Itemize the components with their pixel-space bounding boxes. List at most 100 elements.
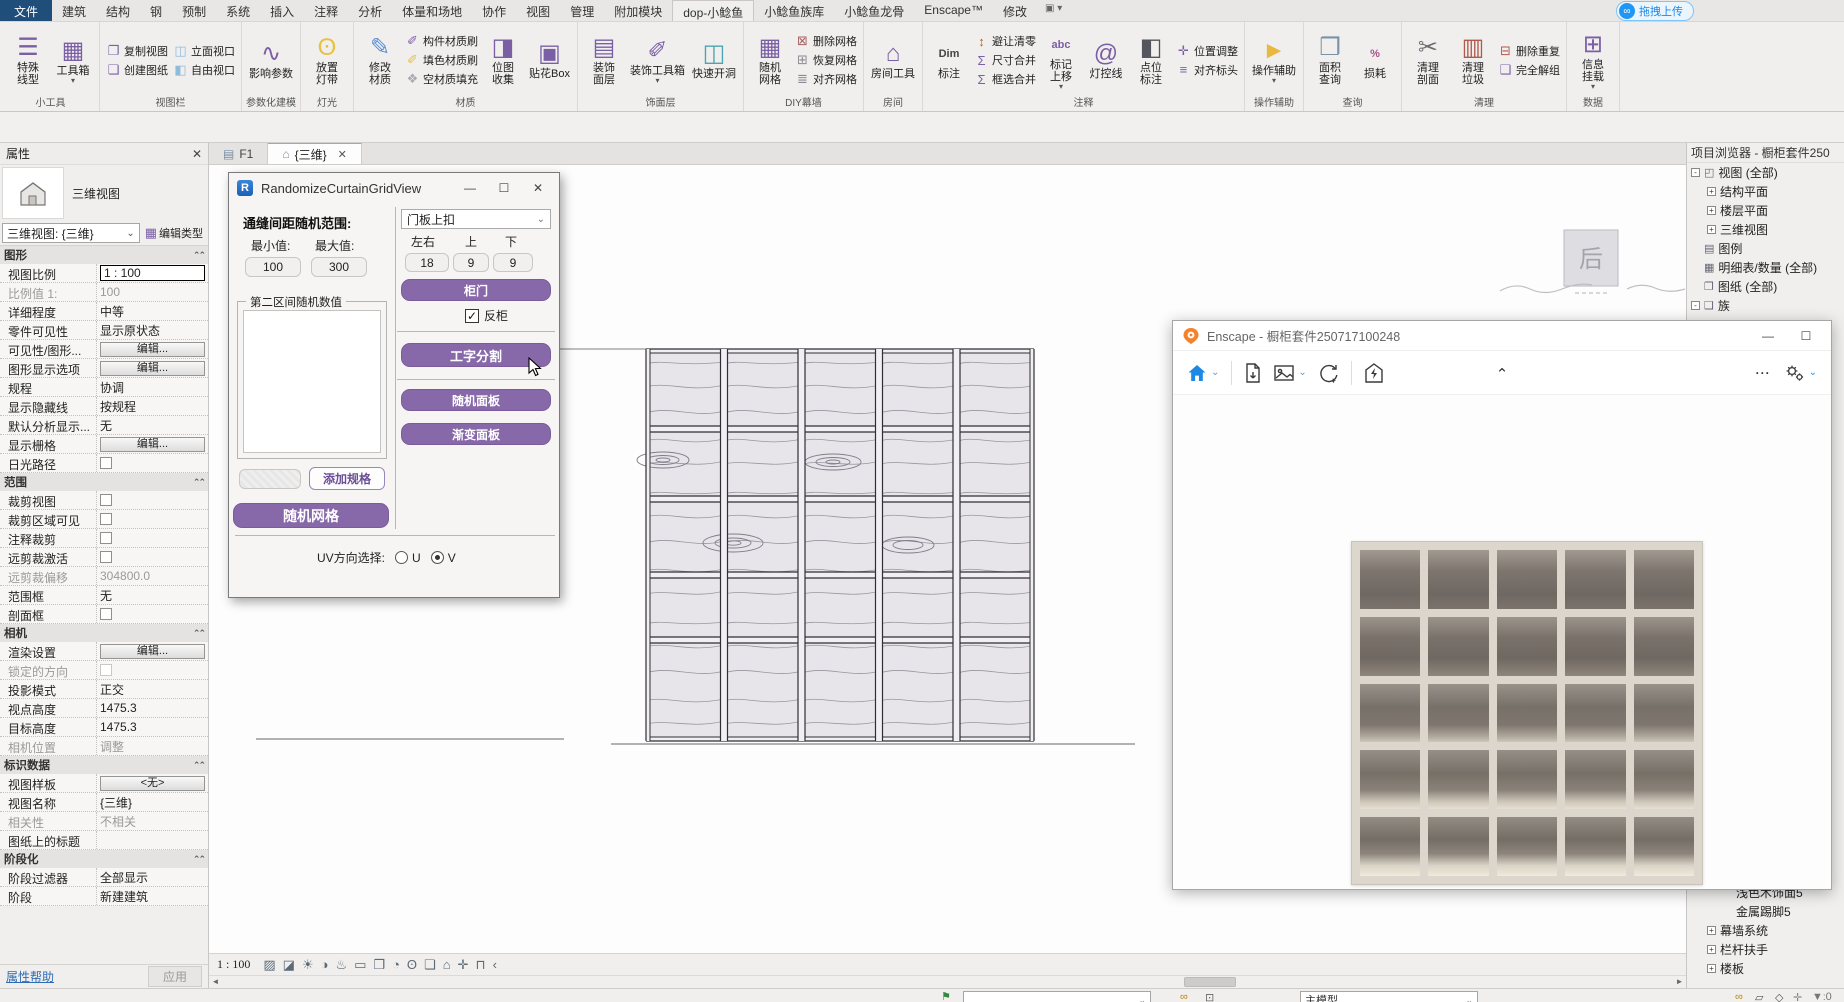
edit-button[interactable]: 编辑... xyxy=(100,437,205,452)
button-random-grid[interactable]: ▦随机 网格 xyxy=(748,33,792,87)
link-icon[interactable]: ⊡ xyxy=(1205,991,1214,1002)
horizontal-scrollbar[interactable]: ◄ ► xyxy=(209,975,1686,988)
property-value[interactable]: {三维} xyxy=(100,794,132,811)
button-avoid-clear[interactable]: ↕避让清零 xyxy=(972,32,1038,50)
property-value[interactable]: 中等 xyxy=(100,303,124,320)
button-impact-parameters[interactable]: ∿影响参数 xyxy=(246,39,296,81)
ribbon-tab[interactable]: 分析 xyxy=(348,0,392,21)
worksets-icon[interactable]: ⚑ xyxy=(941,990,951,1002)
scroll-left-icon[interactable]: ◄ xyxy=(209,976,222,988)
editable-only-icon[interactable]: ∞ xyxy=(1180,991,1188,1002)
add-spec-button[interactable]: 添加规格 xyxy=(309,467,385,490)
button-toolbox[interactable]: ▦工具箱▾ xyxy=(51,36,95,85)
more-icon[interactable]: ‹ xyxy=(493,957,497,972)
ribbon-tab[interactable]: 附加模块 xyxy=(604,0,672,21)
ribbon-tab[interactable]: 管理 xyxy=(560,0,604,21)
button-light-strip[interactable]: ʘ放置 灯带 xyxy=(305,33,349,87)
button-box-merge[interactable]: Σ框选合并 xyxy=(972,70,1038,88)
checkbox[interactable] xyxy=(100,532,112,544)
button-area-query[interactable]: ❒面积 查询 xyxy=(1308,33,1352,87)
properties-help-link[interactable]: 属性帮助 xyxy=(6,968,54,985)
minimize-icon[interactable]: — xyxy=(457,181,483,195)
min-value-input[interactable]: 100 xyxy=(245,257,301,277)
i-split-button[interactable]: 工字分割 xyxy=(401,343,551,367)
button-clean-trash[interactable]: ▥清理 垃圾 xyxy=(1451,33,1495,87)
shadows-icon[interactable]: ◑ xyxy=(321,957,329,972)
button-dim[interactable]: Dim标注 xyxy=(927,39,971,81)
checkbox[interactable] xyxy=(100,494,112,506)
tree-item[interactable]: ❐图纸 (全部) xyxy=(1687,277,1844,296)
tree-item[interactable]: +楼板 xyxy=(1687,959,1844,978)
button-modify-material[interactable]: ✎修改 材质 xyxy=(358,33,402,87)
expander-plus-icon[interactable]: + xyxy=(1707,187,1716,196)
button-duplicate-view[interactable]: ❐复制视图 xyxy=(104,42,170,60)
screenshot-button[interactable] xyxy=(1274,364,1294,382)
radio-u-icon[interactable] xyxy=(395,551,408,564)
button-dim-merge[interactable]: Σ尺寸合并 xyxy=(972,51,1038,69)
apply-button[interactable]: 应用 xyxy=(148,966,202,987)
expander-minus-icon[interactable]: - xyxy=(1691,301,1700,310)
button-elevation-viewport[interactable]: ◫立面视口 xyxy=(171,42,237,60)
ribbon-tab[interactable]: 修改 xyxy=(993,0,1037,21)
temporary-hide-icon[interactable]: ◔ xyxy=(392,957,400,972)
property-value[interactable]: 显示原状态 xyxy=(100,322,160,339)
button-point-tag[interactable]: ◧点位 标注 xyxy=(1129,33,1173,87)
close-properties-icon[interactable]: ✕ xyxy=(192,147,202,161)
ribbon-tab[interactable]: 小鲶鱼族库 xyxy=(754,0,834,21)
ribbon-tab[interactable]: 结构 xyxy=(96,0,140,21)
file-menu-button[interactable]: 文件 xyxy=(0,0,52,21)
settings-gears-icon[interactable] xyxy=(1783,363,1805,383)
tree-item[interactable]: 金属踢脚5 xyxy=(1687,902,1844,921)
button-empty-material-fill[interactable]: ❖空材质填充 xyxy=(403,70,480,88)
property-value[interactable]: 无 xyxy=(100,587,112,604)
gradient-panel-button[interactable]: 渐变面板 xyxy=(401,423,551,445)
maximize-icon[interactable]: ☐ xyxy=(491,181,517,195)
ribbon-tab[interactable]: 注释 xyxy=(304,0,348,21)
video-path-button[interactable] xyxy=(1319,363,1339,383)
render-icon[interactable]: ♨ xyxy=(335,957,347,973)
close-icon[interactable]: ✕ xyxy=(525,181,551,195)
ribbon-tab[interactable]: 钢 xyxy=(140,0,172,21)
analytical-model-icon[interactable]: ⌂ xyxy=(443,957,451,972)
uv-option-v[interactable]: V xyxy=(431,551,456,565)
start-enscape-button[interactable] xyxy=(1364,363,1384,383)
button-delete-duplicate[interactable]: ⊟删除重复 xyxy=(1496,42,1562,60)
enscape-viewport[interactable] xyxy=(1173,395,1831,889)
expander-plus-icon[interactable]: + xyxy=(1707,926,1716,935)
collapse-icon[interactable]: ⌃⌃ xyxy=(193,854,204,865)
random-grid-button[interactable]: 随机网格 xyxy=(233,503,389,528)
checkbox[interactable] xyxy=(100,457,112,469)
tree-item[interactable]: +三维视图 xyxy=(1687,220,1844,239)
collapse-icon[interactable]: ⌃⌃ xyxy=(193,477,204,488)
property-value[interactable]: 协调 xyxy=(100,379,124,396)
tree-item[interactable]: -◰视图 (全部) xyxy=(1687,163,1844,182)
property-value[interactable]: 全部显示 xyxy=(100,869,148,886)
section-header[interactable]: 范围⌃⌃ xyxy=(0,473,208,491)
button-tag-up[interactable]: abc标记 上移▾ xyxy=(1039,30,1083,91)
expander-plus-icon[interactable]: + xyxy=(1707,225,1716,234)
property-value[interactable]: 正交 xyxy=(100,681,124,698)
tree-item[interactable]: +楼层平面 xyxy=(1687,201,1844,220)
maximize-icon[interactable]: ☐ xyxy=(1791,329,1821,343)
expander-minus-icon[interactable]: - xyxy=(1691,168,1700,177)
ribbon-tab[interactable]: 视图 xyxy=(516,0,560,21)
random-values-listbox[interactable] xyxy=(243,310,381,453)
chevron-down-icon[interactable]: ⌄ xyxy=(1809,367,1817,378)
view-tab-3d[interactable]: ⌂ {三维} ✕ xyxy=(268,143,362,164)
tree-item[interactable]: +幕墙系统 xyxy=(1687,921,1844,940)
button-delete-grid[interactable]: ⊠删除网格 xyxy=(793,32,859,50)
workset-combo[interactable]: ⌄ xyxy=(963,991,1151,1002)
select-underlay-icon[interactable]: ▱ xyxy=(1755,991,1763,1002)
button-create-sheet[interactable]: ❏创建图纸 xyxy=(104,61,170,79)
dialog-titlebar[interactable]: R RandomizeCurtainGridView — ☐ ✕ xyxy=(229,173,559,203)
drag-elements-icon[interactable]: ✛ xyxy=(1793,991,1802,1002)
door-type-combo[interactable]: 门板上扣 ⌄ xyxy=(401,209,551,229)
bottom-value-input[interactable]: 9 xyxy=(493,253,533,272)
select-pinned-icon[interactable]: ◇ xyxy=(1775,991,1783,1002)
ribbon-tab[interactable]: Enscape™ xyxy=(914,0,993,21)
ribbon-tab[interactable]: dop-小鲶鱼 xyxy=(672,0,754,21)
button-op-assist[interactable]: ►操作辅助▾ xyxy=(1249,36,1299,85)
button-free-viewport[interactable]: ◧自由视口 xyxy=(171,61,237,79)
button-decor-toolbox[interactable]: ✐装饰工具箱▾ xyxy=(627,36,688,85)
property-value-input[interactable]: 1 : 100 xyxy=(100,265,205,281)
